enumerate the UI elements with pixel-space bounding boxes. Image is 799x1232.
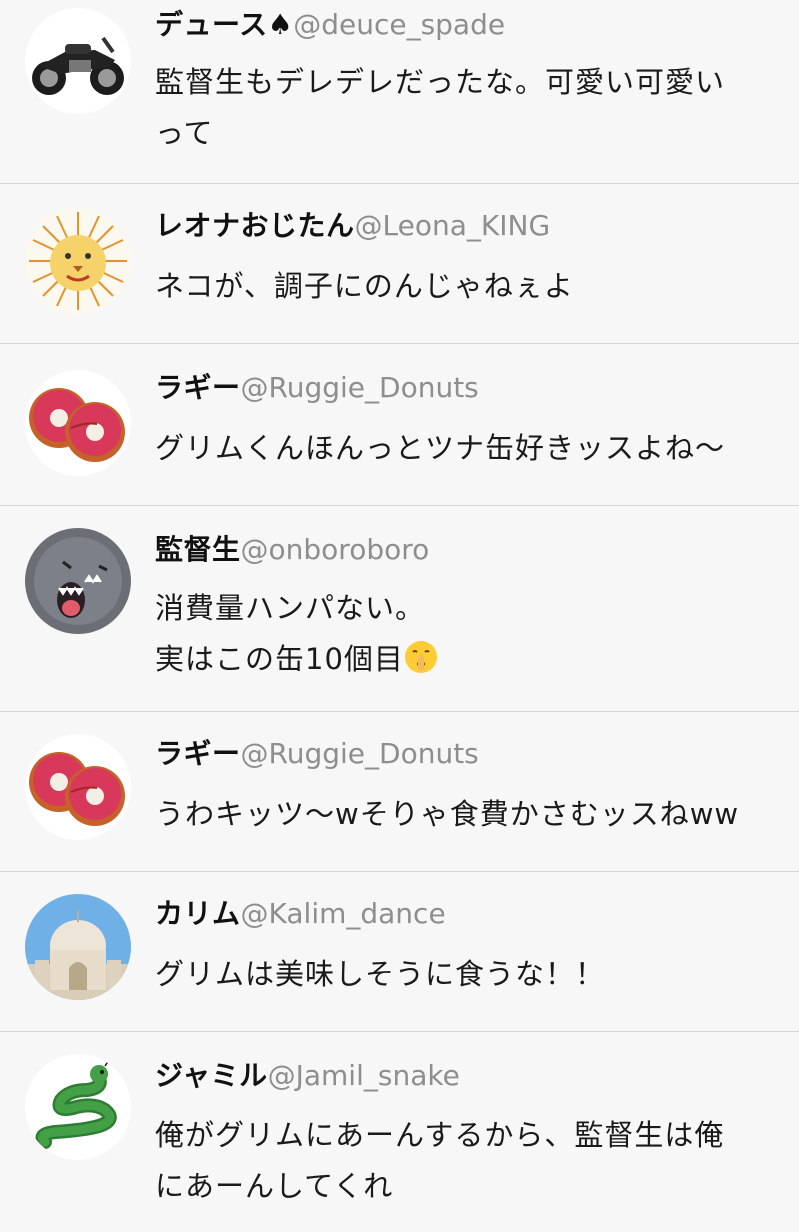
post-header: レオナおじたん@Leona_KING <box>155 208 550 244</box>
post-text-line: 消費量ハンパない。 <box>155 591 426 625</box>
post-text-line: グリムくんほんっとツナ缶好きッスよね〜 <box>155 431 726 465</box>
display-name[interactable]: レオナおじたん <box>155 209 355 242</box>
post-text-line: って <box>155 116 214 150</box>
user-avatar[interactable] <box>25 370 131 476</box>
user-handle[interactable]: @Ruggie_Donuts <box>241 371 479 404</box>
donuts-avatar-icon <box>25 370 131 476</box>
post-text-line: ネコが、調子にのんじゃねぇよ <box>155 269 574 303</box>
post-header: 監督生@onboroboro <box>155 532 429 568</box>
post-item[interactable]: レオナおじたん@Leona_KING ネコが、調子にのんじゃねぇよ <box>0 184 799 344</box>
user-handle[interactable]: @Leona_KING <box>355 209 551 242</box>
user-avatar[interactable] <box>25 528 131 634</box>
post-item[interactable]: デュース♠@deuce_spade 監督生もデレデレだったな。可愛い可愛い って <box>0 0 799 184</box>
motorcycle-avatar-icon <box>25 8 131 114</box>
display-name[interactable]: 監督生 <box>155 533 241 566</box>
display-name[interactable]: カリム <box>155 897 241 930</box>
user-avatar[interactable] <box>25 894 131 1000</box>
post-item[interactable]: カリム@Kalim_dance グリムは美味しそうに食うな！！ <box>0 872 799 1032</box>
post-text-line: 監督生もデレデレだったな。可愛い可愛い <box>155 65 726 99</box>
post-text-line: グリムは美味しそうに食うな！！ <box>155 957 606 991</box>
post-header: ラギー@Ruggie_Donuts <box>155 736 479 772</box>
post-header: デュース♠@deuce_spade <box>155 7 505 43</box>
display-name[interactable]: ラギー <box>155 737 241 770</box>
user-avatar[interactable] <box>25 1054 131 1160</box>
post-text-segment: 実はこの缶10個目 <box>155 642 404 676</box>
post-text: 監督生もデレデレだったな。可愛い可愛い って <box>155 57 775 159</box>
post-text: グリムくんほんっとツナ缶好きッスよね〜 <box>155 423 775 474</box>
snake-avatar-icon <box>25 1054 131 1160</box>
post-text-line: 実はこの缶10個目 <box>155 634 775 685</box>
user-avatar[interactable] <box>25 8 131 114</box>
post-text: ネコが、調子にのんじゃねぇよ <box>155 261 775 312</box>
ghost-avatar-icon <box>25 528 131 634</box>
display-name[interactable]: デュース♠ <box>155 8 293 41</box>
user-handle[interactable]: @deuce_spade <box>293 8 505 41</box>
post-text: 消費量ハンパない。 実はこの缶10個目 <box>155 583 775 685</box>
post-item[interactable]: ラギー@Ruggie_Donuts うわキッツ〜wそりゃ食費かさむッスねww <box>0 712 799 872</box>
post-item[interactable]: ラギー@Ruggie_Donuts グリムくんほんっとツナ缶好きッスよね〜 <box>0 344 799 506</box>
user-handle[interactable]: @onboroboro <box>241 533 430 566</box>
post-text-line: 俺がグリムにあーんするから、監督生は俺 <box>155 1118 725 1152</box>
lion-drawing-avatar-icon <box>25 208 131 314</box>
display-name[interactable]: ラギー <box>155 371 241 404</box>
timeline: デュース♠@deuce_spade 監督生もデレデレだったな。可愛い可愛い って <box>0 0 799 1232</box>
user-avatar[interactable] <box>25 208 131 314</box>
post-item[interactable]: 監督生@onboroboro 消費量ハンパない。 実はこの缶10個目 <box>0 506 799 712</box>
post-text-line: にあーんしてくれ <box>155 1169 394 1203</box>
user-avatar[interactable] <box>25 734 131 840</box>
palace-avatar-icon <box>25 894 131 1000</box>
post-header: ラギー@Ruggie_Donuts <box>155 370 479 406</box>
shushing-face-emoji-icon <box>404 641 437 673</box>
user-handle[interactable]: @Ruggie_Donuts <box>241 737 479 770</box>
post-text: うわキッツ〜wそりゃ食費かさむッスねww <box>155 789 775 840</box>
post-text: グリムは美味しそうに食うな！！ <box>155 949 775 1000</box>
post-header: カリム@Kalim_dance <box>155 896 446 932</box>
user-handle[interactable]: @Jamil_snake <box>268 1059 460 1092</box>
post-text: 俺がグリムにあーんするから、監督生は俺 にあーんしてくれ <box>155 1110 775 1212</box>
post-item[interactable]: ジャミル@Jamil_snake 俺がグリムにあーんするから、監督生は俺 にあー… <box>0 1032 799 1232</box>
donuts-avatar-icon <box>25 734 131 840</box>
post-header: ジャミル@Jamil_snake <box>155 1058 460 1094</box>
display-name[interactable]: ジャミル <box>155 1059 268 1092</box>
post-text-line: うわキッツ〜wそりゃ食費かさむッスねww <box>155 797 740 831</box>
user-handle[interactable]: @Kalim_dance <box>241 897 446 930</box>
